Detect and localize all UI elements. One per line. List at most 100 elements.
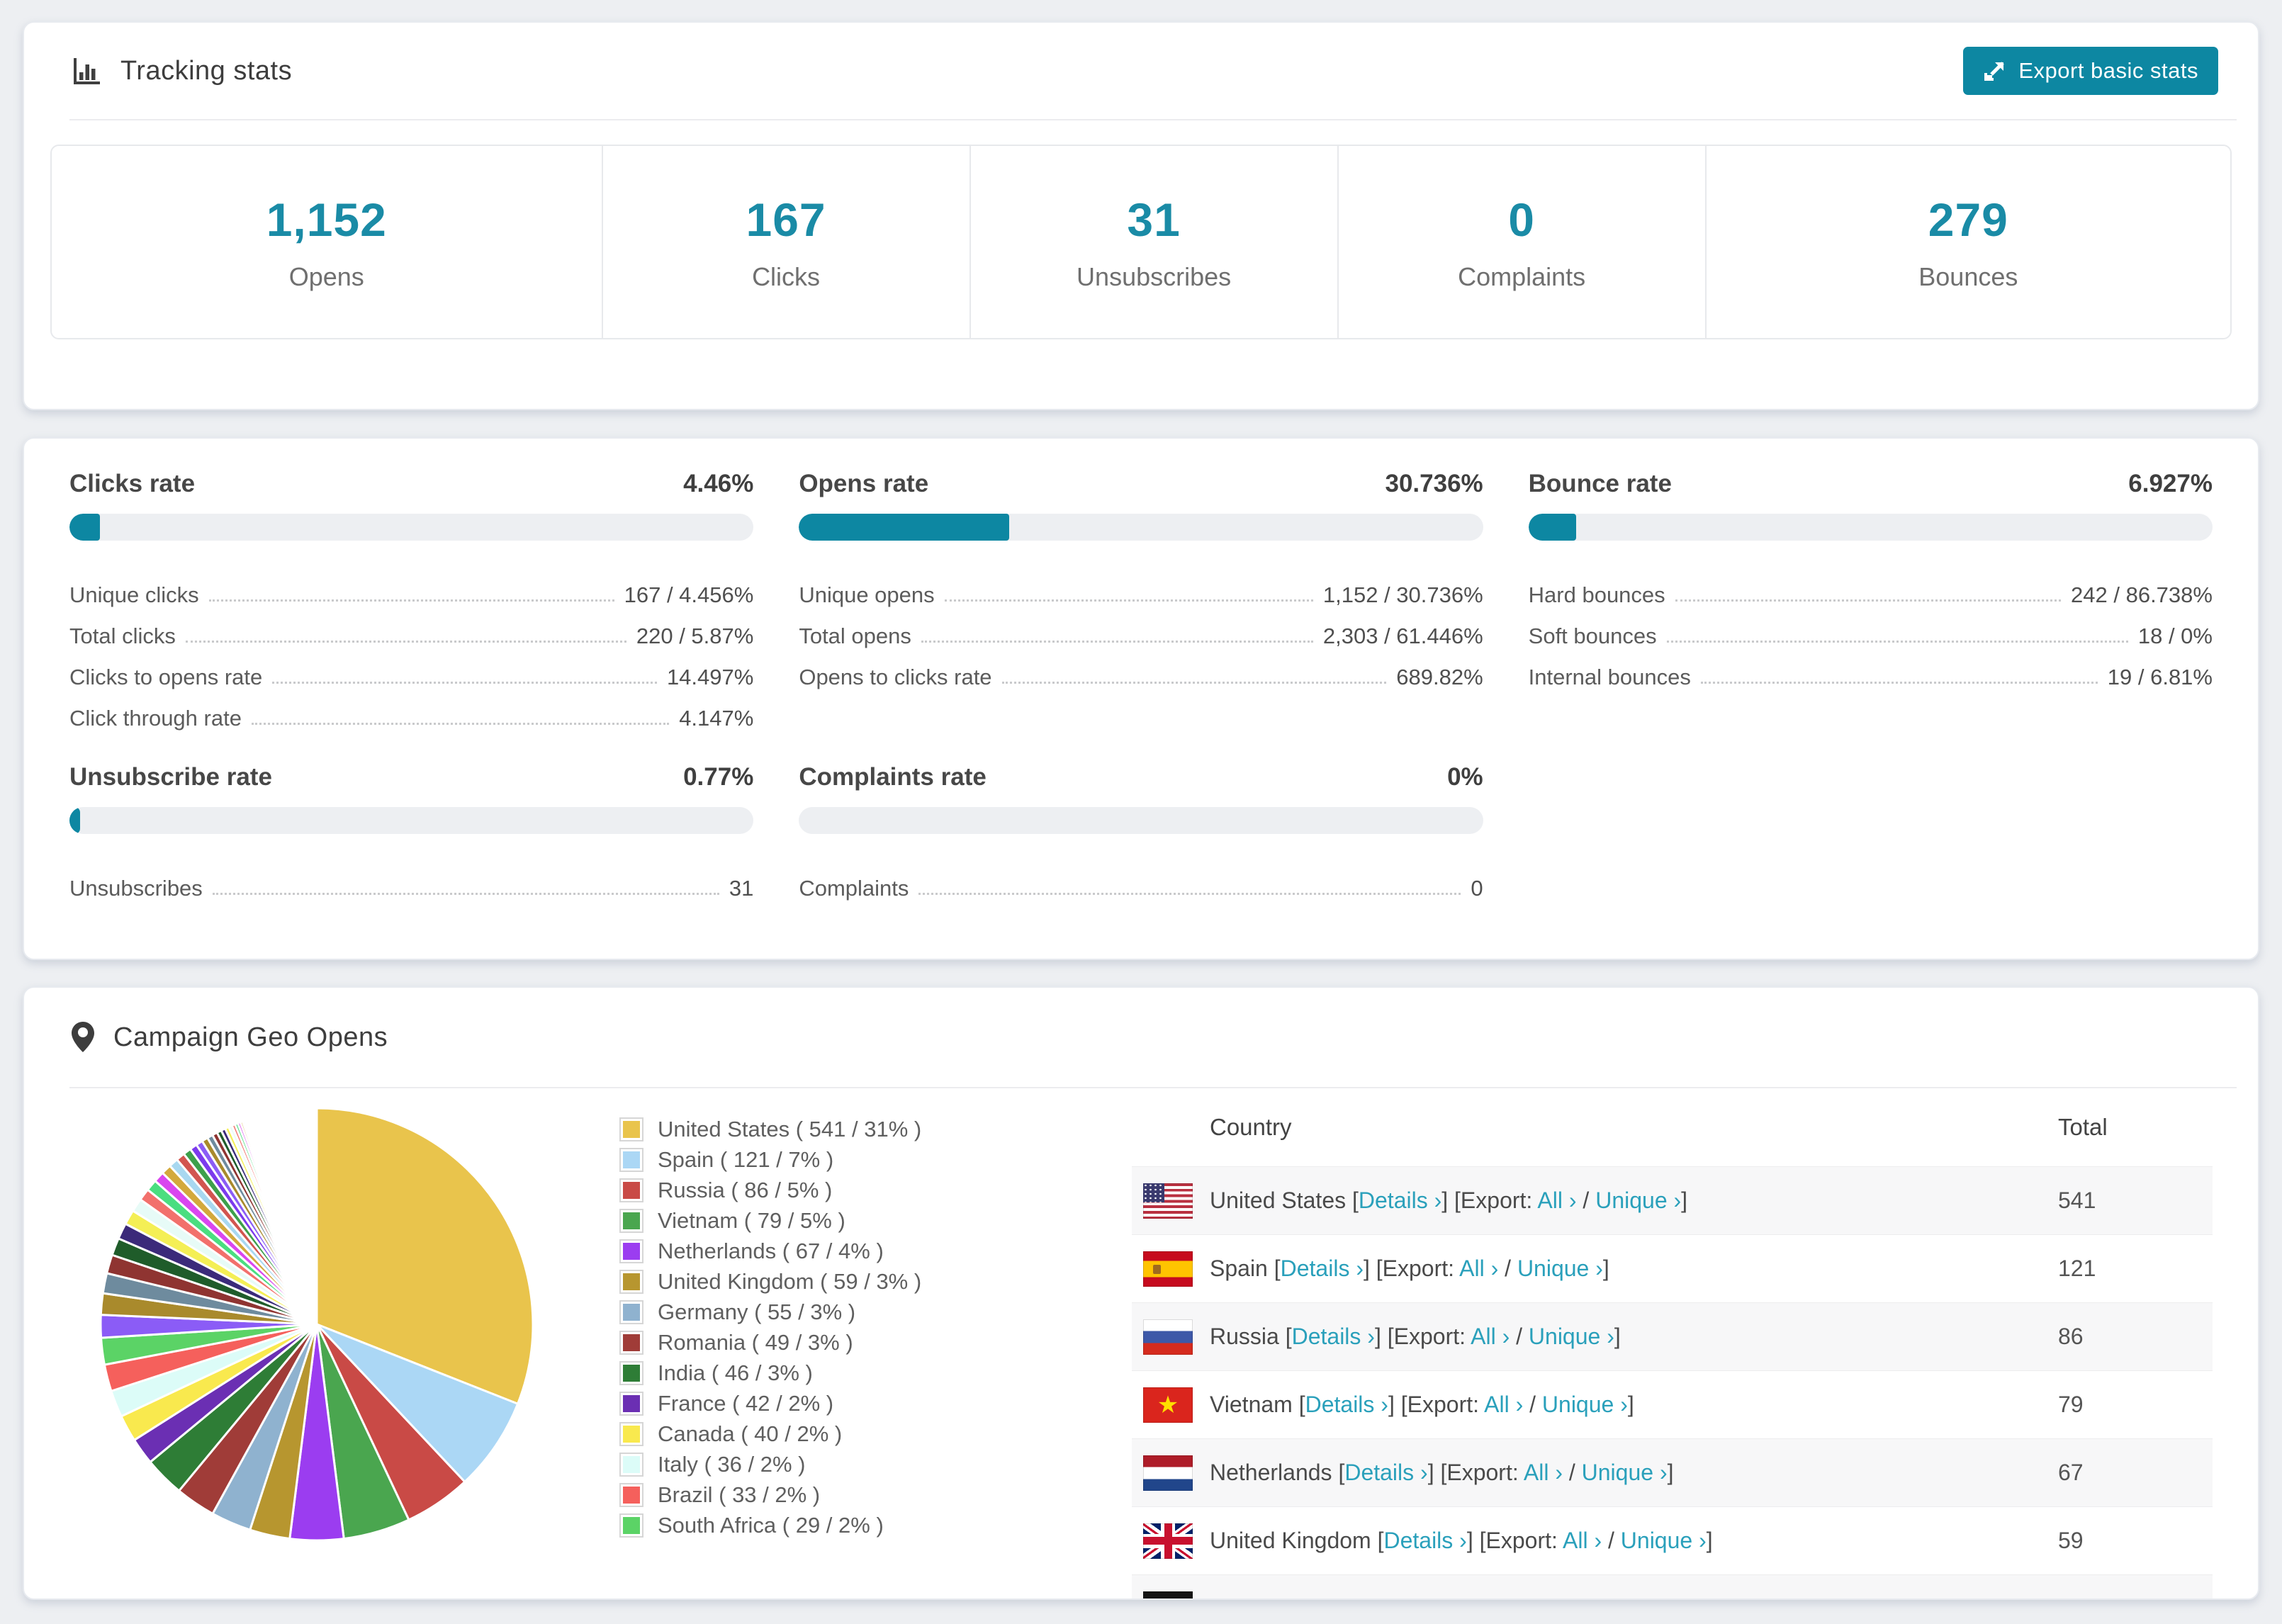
country-cell: Spain [Details ›] [Export: All › / Uniqu… bbox=[1210, 1256, 1609, 1281]
rate-progress-fill bbox=[799, 514, 1010, 541]
details-link[interactable]: Details › bbox=[1281, 1256, 1364, 1281]
rate-stat-value: 689.82% bbox=[1396, 665, 1483, 690]
legend-label: Russia ( 86 / 5% ) bbox=[658, 1177, 833, 1202]
rate-block-complaints-rate: Complaints rate 0% Complaints 0 bbox=[799, 763, 1483, 901]
rate-value: 30.736% bbox=[1385, 470, 1483, 497]
stat-cell-unsubscribes: 31 Unsubscribes bbox=[971, 146, 1339, 338]
rate-stat-value: 19 / 6.81% bbox=[2107, 665, 2213, 690]
rate-stat-label: Unsubscribes bbox=[69, 876, 203, 901]
legend-swatch bbox=[619, 1299, 643, 1324]
legend-swatch bbox=[619, 1421, 643, 1446]
details-link[interactable]: Details › bbox=[1305, 1392, 1388, 1417]
page-title: Tracking stats bbox=[120, 55, 293, 86]
geo-pie-chart bbox=[90, 1098, 544, 1551]
export-all-link[interactable]: All › bbox=[1563, 1528, 1602, 1553]
rate-progress-bar bbox=[799, 807, 1483, 834]
export-all-link[interactable]: All › bbox=[1459, 1256, 1498, 1281]
legend-item: Romania ( 49 / 3% ) bbox=[619, 1327, 1053, 1358]
legend-item: Canada ( 40 / 2% ) bbox=[619, 1419, 1053, 1449]
rate-stat-row: Internal bounces 19 / 6.81% bbox=[1529, 648, 2213, 689]
rate-stat-value: 220 / 5.87% bbox=[636, 624, 754, 649]
rate-stat-value: 0 bbox=[1471, 876, 1483, 901]
rate-progress-fill bbox=[1528, 514, 1576, 541]
details-link[interactable]: Details › bbox=[1383, 1528, 1466, 1553]
rate-value: 4.46% bbox=[683, 470, 754, 497]
legend-swatch bbox=[619, 1147, 643, 1172]
export-unique-link[interactable]: Unique › bbox=[1542, 1392, 1628, 1417]
export-unique-link[interactable]: Unique › bbox=[1529, 1324, 1614, 1349]
legend-item: Vietnam ( 79 / 5% ) bbox=[619, 1205, 1053, 1236]
legend-swatch bbox=[619, 1360, 643, 1385]
total-cell: 67 bbox=[2058, 1460, 2084, 1485]
rate-title-row: Bounce rate 6.927% bbox=[1529, 470, 2213, 498]
rate-progress-bar bbox=[799, 514, 1483, 541]
legend-label: Vietnam ( 79 / 5% ) bbox=[658, 1207, 845, 1233]
legend-swatch bbox=[619, 1482, 643, 1507]
legend-item: Spain ( 121 / 7% ) bbox=[619, 1144, 1053, 1175]
legend-item: India ( 46 / 3% ) bbox=[619, 1358, 1053, 1388]
country-cell: Russia [Details ›] [Export: All › / Uniq… bbox=[1210, 1324, 1621, 1349]
rate-stat-row: Soft bounces 18 / 0% bbox=[1529, 607, 2213, 648]
rate-progress-fill bbox=[69, 514, 101, 541]
rate-title-row: Unsubscribe rate 0.77% bbox=[69, 763, 753, 791]
legend-swatch bbox=[619, 1178, 643, 1202]
dotted-leader bbox=[918, 893, 1461, 895]
export-all-link[interactable]: All › bbox=[1484, 1392, 1523, 1417]
rate-value: 6.927% bbox=[2128, 470, 2213, 497]
stat-cell-complaints: 0 Complaints bbox=[1339, 146, 1707, 338]
stat-value: 0 bbox=[1508, 193, 1535, 246]
legend-label: Germany ( 55 / 3% ) bbox=[658, 1299, 856, 1324]
geo-legend: United States ( 541 / 31% ) Spain ( 121 /… bbox=[619, 1114, 1053, 1540]
total-cell: 79 bbox=[2058, 1392, 2084, 1417]
rate-progress-fill bbox=[69, 807, 80, 834]
export-basic-stats-button[interactable]: Export basic stats bbox=[1963, 47, 2218, 95]
export-unique-link[interactable]: Unique › bbox=[1582, 1460, 1668, 1485]
export-all-link[interactable]: All › bbox=[1524, 1460, 1563, 1485]
legend-swatch bbox=[619, 1330, 643, 1355]
rate-stat-row: Unsubscribes 31 bbox=[69, 859, 753, 901]
legend-swatch bbox=[619, 1391, 643, 1416]
legend-swatch bbox=[619, 1452, 643, 1477]
rate-stat-label: Complaints bbox=[799, 876, 909, 901]
geo-table-row-de: Germany [Details ›] [Export: All › / Uni… bbox=[1132, 1574, 2213, 1598]
rate-stat-label: Soft bounces bbox=[1528, 624, 1657, 649]
dotted-leader bbox=[944, 599, 1313, 602]
rate-title-row: Clicks rate 4.46% bbox=[69, 470, 753, 498]
rate-stat-row: Opens to clicks rate 689.82% bbox=[799, 648, 1483, 689]
legend-item: Germany ( 55 / 3% ) bbox=[619, 1297, 1053, 1327]
total-cell: 121 bbox=[2058, 1256, 2096, 1281]
geo-table-row-gb: United Kingdom [Details ›] [Export: All … bbox=[1132, 1506, 2213, 1574]
export-all-link[interactable]: All › bbox=[1495, 1596, 1534, 1598]
export-unique-link[interactable]: Unique › bbox=[1595, 1188, 1681, 1213]
details-link[interactable]: Details › bbox=[1344, 1460, 1427, 1485]
details-link[interactable]: Details › bbox=[1292, 1324, 1375, 1349]
rate-stat-value: 242 / 86.738% bbox=[2071, 582, 2213, 608]
details-link[interactable]: Details › bbox=[1315, 1596, 1398, 1598]
legend-item: Italy ( 36 / 2% ) bbox=[619, 1449, 1053, 1479]
legend-item: France ( 42 / 2% ) bbox=[619, 1388, 1053, 1419]
rate-stat-label: Unique opens bbox=[799, 582, 935, 608]
country-cell: United Kingdom [Details ›] [Export: All … bbox=[1210, 1528, 1713, 1553]
export-unique-link[interactable]: Unique › bbox=[1621, 1528, 1707, 1553]
rate-block-unsubscribe-rate: Unsubscribe rate 0.77% Unsubscribes 31 bbox=[69, 763, 754, 901]
export-unique-link[interactable]: Unique › bbox=[1553, 1596, 1639, 1598]
export-all-link[interactable]: All › bbox=[1471, 1324, 1510, 1349]
export-button-label: Export basic stats bbox=[2018, 58, 2198, 83]
details-link[interactable]: Details › bbox=[1359, 1188, 1441, 1213]
geo-table-row-us: United States [Details ›] [Export: All ›… bbox=[1132, 1166, 2213, 1234]
legend-swatch bbox=[619, 1239, 643, 1263]
geo-header: Campaign Geo Opens bbox=[24, 988, 2258, 1087]
rate-progress-bar bbox=[69, 514, 754, 541]
total-cell: 55 bbox=[2058, 1596, 2084, 1598]
export-all-link[interactable]: All › bbox=[1537, 1188, 1576, 1213]
tracking-stats-card: Tracking stats Export basic stats 1,152 O… bbox=[23, 21, 2259, 410]
stat-label: Unsubscribes bbox=[1077, 261, 1232, 291]
legend-swatch bbox=[619, 1117, 643, 1141]
stat-cell-bounces: 279 Bounces bbox=[1707, 146, 2230, 338]
dotted-leader bbox=[251, 723, 670, 725]
rate-stat-label: Clicks to opens rate bbox=[69, 665, 263, 690]
rate-value: 0.77% bbox=[683, 763, 754, 791]
rates-grid: Clicks rate 4.46% Unique clicks 167 / 4.456… bbox=[24, 439, 2258, 901]
legend-item: South Africa ( 29 / 2% ) bbox=[619, 1510, 1053, 1540]
export-unique-link[interactable]: Unique › bbox=[1517, 1256, 1603, 1281]
